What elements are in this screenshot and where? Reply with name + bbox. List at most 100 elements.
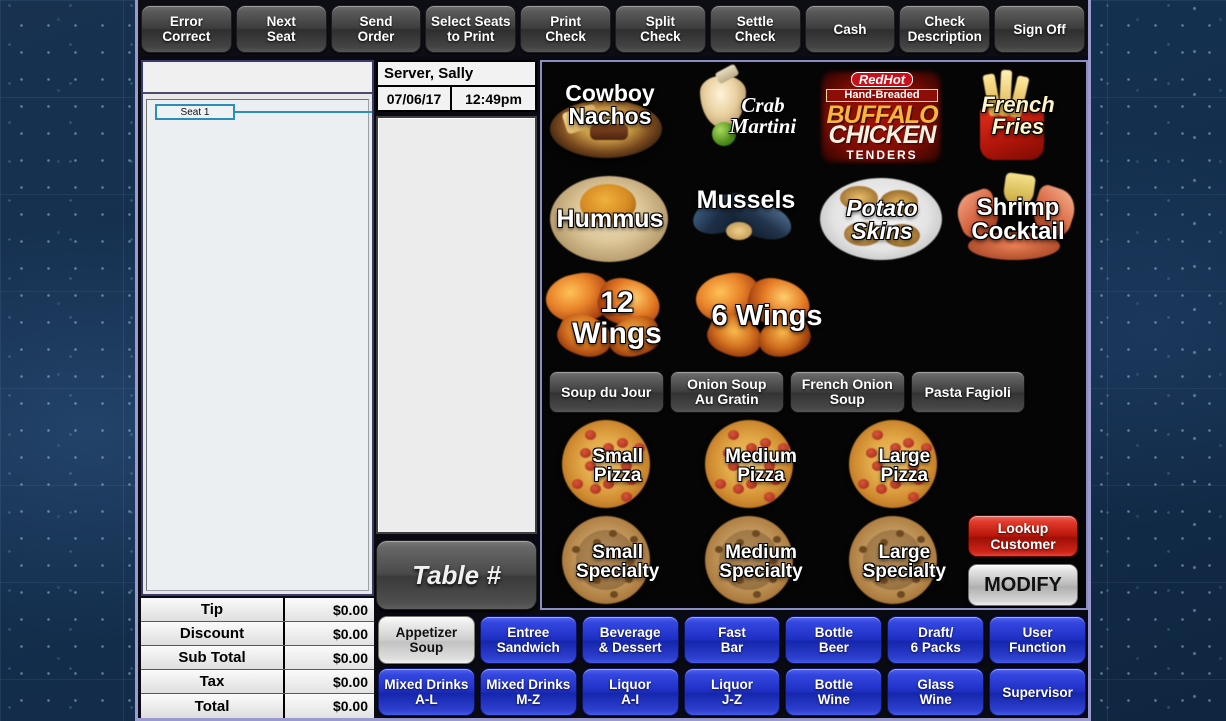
lookup-customer-button[interactable]: Lookup Customer xyxy=(968,515,1078,557)
check-time: 12:49pm xyxy=(452,87,535,110)
menu-item-label: Medium Specialty xyxy=(719,541,803,582)
menu-item-cowboy-nachos[interactable]: Cowboy Nachos xyxy=(542,64,678,168)
pos-application-window: Error Correct Next Seat Send Order Select S… xyxy=(135,0,1091,721)
totals-grid: Tip $0.00 Discount $0.00 Sub Total $0.00 Tax $0… xyxy=(141,598,374,718)
menu-item-mussels[interactable]: Mussels xyxy=(678,170,814,270)
menu-item-label: Large Specialty xyxy=(862,541,947,582)
toolbar-button-select-seats-to-print[interactable]: Select Seats to Print xyxy=(425,5,517,53)
menu-item-crab-martini[interactable]: Crab Martini xyxy=(678,63,814,168)
menu-item-label: 12 Wings xyxy=(572,286,662,350)
table-number-button[interactable]: Table # xyxy=(376,540,537,610)
toolbar-button-check-description[interactable]: Check Description xyxy=(899,5,991,53)
category-tab-draft-6-packs[interactable]: Draft/ 6 Packs xyxy=(887,616,985,664)
buffalo-logo-line-tenders: TENDERS xyxy=(846,147,918,162)
category-tab-entree-sandwich[interactable]: Entree Sandwich xyxy=(479,616,577,664)
check-panel: Server, Sally 07/06/17 12:49pm xyxy=(376,60,537,534)
desktop-background: Error Correct Next Seat Send Order Select S… xyxy=(0,0,1226,721)
menu-row-specialty-pizzas: Small Specialty Medium Specialty Large Spe… xyxy=(546,514,976,608)
menu-item-label: Hummus xyxy=(556,205,664,234)
toolbar-button-cash[interactable]: Cash xyxy=(804,5,896,53)
category-tab-beverage-dessert[interactable]: Beverage & Dessert xyxy=(581,616,679,664)
food-photo xyxy=(871,429,883,440)
buffalo-logo-line-chicken: CHICKEN xyxy=(828,120,937,149)
menu-item-label: Mussels xyxy=(696,186,796,215)
totals-label-total: Total xyxy=(141,694,285,718)
food-photo xyxy=(866,447,878,458)
menu-item-french-onion-soup[interactable]: French Onion Soup xyxy=(790,371,905,413)
category-tab-liquor-a-i[interactable]: Liquor A-I xyxy=(581,668,679,716)
food-photo xyxy=(579,447,591,458)
category-tab-glass-wine[interactable]: Glass Wine xyxy=(887,668,985,716)
menu-item-label: Crab Martini xyxy=(729,92,797,138)
toolbar-button-split-check[interactable]: Split Check xyxy=(614,5,706,53)
menu-item-medium-specialty[interactable]: Medium Specialty xyxy=(689,514,832,608)
menu-item-large-pizza[interactable]: Large Pizza xyxy=(833,418,976,514)
menu-item-label: Cowboy Nachos xyxy=(565,79,655,129)
food-photo xyxy=(585,429,596,440)
category-tab-bar: Appetizer Soup Entree Sandwich Beverage & … xyxy=(376,614,1088,718)
totals-row: Tax $0.00 xyxy=(141,670,374,694)
menu-item-label: Small Specialty xyxy=(575,541,660,582)
totals-value-tip: $0.00 xyxy=(285,598,374,621)
category-tab-supervisor[interactable]: Supervisor xyxy=(989,668,1087,716)
menu-item-label: 6 Wings xyxy=(711,300,823,333)
seat-list[interactable]: Seat 1 xyxy=(146,99,372,591)
totals-label-tax: Tax xyxy=(141,670,285,693)
menu-item-soup-du-jour[interactable]: Soup du Jour xyxy=(549,371,664,413)
menu-item-label: Medium Pizza xyxy=(725,445,797,486)
menu-item-small-pizza[interactable]: Small Pizza xyxy=(546,418,689,514)
menu-item-large-specialty[interactable]: Large Specialty xyxy=(833,514,976,608)
category-tab-appetizer-soup[interactable]: Appetizer Soup xyxy=(378,616,475,664)
toolbar-button-error-correct[interactable]: Error Correct xyxy=(141,5,232,53)
category-tab-bottle-wine[interactable]: Bottle Wine xyxy=(785,668,883,716)
food-photo xyxy=(907,492,919,503)
toolbar-button-send-order[interactable]: Send Order xyxy=(330,5,422,53)
menu-item-french-fries[interactable]: French Fries xyxy=(950,64,1086,168)
category-tab-fast-bar[interactable]: Fast Bar xyxy=(683,616,781,664)
menu-item-onion-soup-au-gratin[interactable]: Onion Soup Au Gratin xyxy=(669,371,784,413)
category-tab-user-function[interactable]: User Function xyxy=(989,616,1087,664)
toolbar-button-print-check[interactable]: Print Check xyxy=(520,5,611,53)
top-toolbar: Error Correct Next Seat Send Order Select S… xyxy=(138,0,1088,56)
totals-value-sub-total: $0.00 xyxy=(285,646,374,669)
menu-item-6-wings[interactable]: 6 Wings xyxy=(691,267,842,368)
menu-item-12-wings[interactable]: 12 Wings xyxy=(542,267,692,368)
server-name: Server, Sally xyxy=(376,60,537,87)
category-tab-bottle-beer[interactable]: Bottle Beer xyxy=(785,616,883,664)
check-date: 07/06/17 xyxy=(378,87,452,110)
category-row-1: Appetizer Soup Entree Sandwich Beverage & … xyxy=(378,616,1087,664)
seat-chip-1[interactable]: Seat 1 xyxy=(155,104,235,120)
modify-button[interactable]: MODIFY xyxy=(968,564,1078,606)
menu-item-label: Large Pizza xyxy=(878,445,931,486)
food-photo xyxy=(726,222,752,240)
food-photo xyxy=(571,479,583,489)
menu-item-label: Potato Skins xyxy=(846,194,918,244)
menu-item-grid: Cowboy Nachos Crab Martini RedHot Hand-Brea… xyxy=(540,60,1088,610)
menu-item-small-specialty[interactable]: Small Specialty xyxy=(546,514,689,608)
toolbar-button-next-seat[interactable]: Next Seat xyxy=(235,5,327,53)
totals-row: Sub Total $0.00 xyxy=(141,646,374,670)
totals-value-total: $0.00 xyxy=(285,694,374,718)
toolbar-button-sign-off[interactable]: Sign Off xyxy=(994,5,1085,53)
category-tab-liquor-j-z[interactable]: Liquor J-Z xyxy=(683,668,781,716)
toolbar-button-settle-check[interactable]: Settle Check xyxy=(709,5,801,53)
menu-item-pasta-fagioli[interactable]: Pasta Fagioli xyxy=(910,371,1025,413)
check-item-list[interactable] xyxy=(376,116,537,534)
totals-row: Total $0.00 xyxy=(141,694,374,718)
totals-value-discount: $0.00 xyxy=(285,622,374,645)
menu-row-pizzas: Small Pizza Medium Pizza Large Pizza xyxy=(546,418,976,514)
menu-item-medium-pizza[interactable]: Medium Pizza xyxy=(689,418,832,514)
menu-item-shrimp-cocktail[interactable]: Shrimp Cocktail xyxy=(950,170,1086,270)
menu-row-wings: 12 Wings 6 Wings xyxy=(542,267,842,368)
totals-label-discount: Discount xyxy=(141,622,285,645)
food-photo xyxy=(621,492,632,503)
menu-item-label: French Fries xyxy=(981,91,1055,139)
menu-item-buffalo-chicken-tenders[interactable]: RedHot Hand-Breaded BUFFALO CHICKEN TENDERS xyxy=(814,64,950,168)
category-tab-mixed-drinks-m-z[interactable]: Mixed Drinks M-Z xyxy=(479,668,577,716)
menu-item-potato-skins[interactable]: Potato Skins xyxy=(814,170,950,270)
totals-label-sub-total: Sub Total xyxy=(141,646,285,669)
menu-item-hummus[interactable]: Hummus xyxy=(542,170,678,270)
category-tab-mixed-drinks-a-l[interactable]: Mixed Drinks A-L xyxy=(378,668,475,716)
seat-connector-line xyxy=(235,111,372,113)
buffalo-chicken-logo: RedHot Hand-Breaded BUFFALO CHICKEN TENDERS xyxy=(826,71,939,162)
